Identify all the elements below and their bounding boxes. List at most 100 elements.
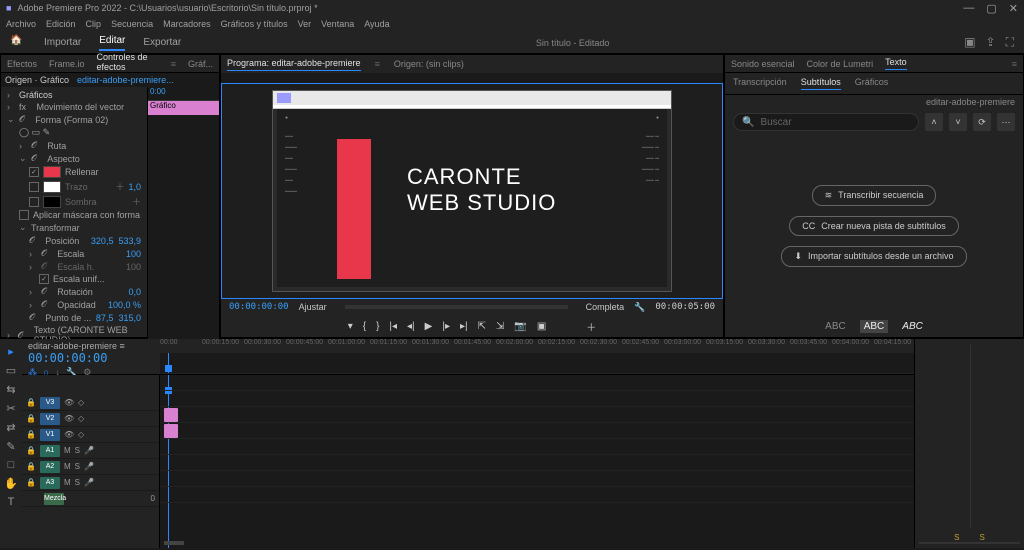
more-icon[interactable]: ⋯: [997, 113, 1015, 131]
maximize-icon[interactable]: ▢: [986, 2, 996, 15]
tool-hand[interactable]: ✋: [4, 477, 18, 490]
lane-a2[interactable]: [160, 455, 914, 471]
refresh-icon[interactable]: ⟳: [973, 113, 991, 131]
timeline-ruler[interactable]: 00:00 00:00:15:00 00:00:30:00 00:00:45:0…: [160, 339, 914, 353]
timeline-tc[interactable]: 00:00:00:00: [28, 351, 154, 365]
lane-v2[interactable]: [160, 407, 914, 423]
tab-controles-efectos[interactable]: Controles de efectos: [97, 52, 159, 75]
zoom-scrollbar[interactable]: [164, 541, 184, 545]
menu-secuencia[interactable]: Secuencia: [111, 19, 153, 29]
export-frame-icon[interactable]: 📷: [514, 321, 526, 332]
fx-graficos[interactable]: ›Gráficos: [5, 89, 143, 101]
goto-in-icon[interactable]: |◂: [389, 321, 397, 332]
caption-style-3[interactable]: ABC: [898, 320, 927, 333]
tool-ripple[interactable]: ⇆: [6, 383, 15, 396]
wrench-icon[interactable]: 🔧: [634, 302, 645, 313]
fx-ruta[interactable]: ›𝒪 Ruta: [5, 139, 143, 152]
fx-forma[interactable]: ⌄𝒪 Forma (Forma 02): [5, 113, 143, 126]
track-a1[interactable]: 🔒A1MS🎤: [22, 443, 159, 459]
in-icon[interactable]: {: [363, 321, 366, 332]
add-button-icon[interactable]: ＋: [586, 319, 596, 334]
goto-out-icon[interactable]: ▸|: [460, 321, 468, 332]
fx-stroke[interactable]: Trazo＋1,0: [5, 179, 143, 194]
fx-rotation[interactable]: ›𝒪 Rotación0,0: [5, 285, 143, 298]
lift-icon[interactable]: ⇱: [478, 321, 486, 332]
tab-program[interactable]: Programa: editar-adobe-premiere: [227, 58, 361, 71]
tab-lumetri[interactable]: Color de Lumetri: [807, 59, 874, 69]
tab-program-menu-icon[interactable]: ≡: [375, 59, 380, 69]
source-clip[interactable]: editar-adobe-premiere...: [77, 75, 174, 85]
marker-icon[interactable]: ▾: [348, 321, 353, 332]
share-icon[interactable]: ⇪: [986, 35, 996, 50]
fullscreen-icon[interactable]: ⛶: [1006, 35, 1014, 50]
search-input[interactable]: 🔍 Buscar: [733, 113, 919, 131]
fx-scale[interactable]: ›𝒪 Escala100: [5, 247, 143, 260]
fx-mini-clip[interactable]: Gráfico: [148, 101, 219, 115]
btn-crear-pista[interactable]: CCCrear nueva pista de subtítulos: [789, 216, 959, 236]
workspace-editar[interactable]: Editar: [99, 35, 125, 51]
menu-graficos[interactable]: Gráficos y títulos: [221, 19, 288, 29]
fx-fill[interactable]: ✓Rellenar: [5, 165, 143, 179]
menu-ayuda[interactable]: Ayuda: [364, 19, 389, 29]
caption-style-1[interactable]: ABC: [821, 320, 850, 333]
tab-sonido[interactable]: Sonido esencial: [731, 59, 795, 69]
fx-scale-h[interactable]: ›𝒪 Escala h.100: [5, 260, 143, 273]
fx-shadow[interactable]: Sombra＋: [5, 194, 143, 209]
up-icon[interactable]: ˄: [925, 113, 943, 131]
compare-icon[interactable]: ▣: [537, 321, 546, 332]
caption-style-2[interactable]: ABC: [860, 320, 889, 333]
tab-frameio[interactable]: Frame.io: [49, 59, 85, 69]
menu-archivo[interactable]: Archivo: [6, 19, 36, 29]
step-fwd-icon[interactable]: |▸: [442, 321, 450, 332]
fx-uniform-scale[interactable]: ✓Escala unif...: [5, 273, 143, 285]
step-back-icon[interactable]: ◂|: [407, 321, 415, 332]
fx-mask-shape[interactable]: Aplicar máscara con forma: [5, 209, 143, 221]
subtab-transcripcion[interactable]: Transcripción: [733, 77, 787, 90]
quick-export-icon[interactable]: ▣: [964, 35, 975, 50]
workspace-exportar[interactable]: Exportar: [143, 37, 181, 48]
out-icon[interactable]: }: [376, 321, 379, 332]
clip-graphic-2[interactable]: [164, 424, 178, 438]
lane-a1[interactable]: [160, 439, 914, 455]
tool-slip[interactable]: ⇄: [6, 421, 15, 434]
program-monitor[interactable]: ●● ▬▬▬▬▬▬▬▬▬▬▬▬▬▬▬ ▬▬ ▬▬▬▬ ▬▬▬ ▬▬▬▬ ▬▬▬ …: [273, 91, 671, 291]
sequence-name[interactable]: editar-adobe-premiere: [28, 341, 117, 351]
tool-pen[interactable]: ✎: [6, 440, 15, 453]
fx-position[interactable]: 𝒪 Posición320,5 533,9: [5, 234, 143, 247]
fx-anchor[interactable]: 𝒪 Punto de ...87,5 315,0: [5, 311, 143, 324]
btn-importar-sub[interactable]: ⬇Importar subtítulos desde un archivo: [781, 246, 966, 267]
fx-mask-tools[interactable]: ◯ ▭ ✎: [5, 126, 143, 139]
playhead[interactable]: [168, 353, 169, 373]
track-a3[interactable]: 🔒A3MS🎤: [22, 475, 159, 491]
track-v3[interactable]: 🔒V3👁◇: [22, 395, 159, 411]
panel-menu-icon[interactable]: ≡: [1012, 59, 1017, 69]
track-v2[interactable]: 🔒V2👁◇: [22, 411, 159, 427]
shape-red-bar[interactable]: [337, 139, 371, 279]
tab-source[interactable]: Origen: (sin clips): [394, 59, 464, 69]
lane-a3[interactable]: [160, 471, 914, 487]
fx-aspecto[interactable]: ⌄𝒪 Aspecto: [5, 152, 143, 165]
workspace-importar[interactable]: Importar: [44, 37, 81, 48]
program-scrubber[interactable]: [345, 305, 568, 309]
program-ruler-top[interactable]: [221, 73, 723, 83]
close-icon[interactable]: ✕: [1009, 2, 1018, 15]
tab-graficos[interactable]: Gráf...: [188, 59, 213, 69]
program-fit[interactable]: Ajustar: [299, 302, 327, 312]
tool-track-select[interactable]: ▭: [6, 364, 16, 377]
menu-ver[interactable]: Ver: [298, 19, 312, 29]
subtab-subtitulos[interactable]: Subtítulos: [801, 77, 841, 90]
minimize-icon[interactable]: —: [963, 2, 974, 15]
clip-graphic[interactable]: [164, 408, 178, 422]
btn-transcribir[interactable]: ≋Transcribir secuencia: [812, 185, 937, 206]
lane-mix[interactable]: [160, 487, 914, 503]
menu-ventana[interactable]: Ventana: [321, 19, 354, 29]
menu-edicion[interactable]: Edición: [46, 19, 76, 29]
down-icon[interactable]: ˅: [949, 113, 967, 131]
fx-vector-motion[interactable]: ›fx Movimiento del vector: [5, 101, 143, 113]
tool-razor[interactable]: ✂: [6, 402, 15, 415]
tab-menu-icon[interactable]: ≡: [171, 59, 176, 69]
fx-opacity[interactable]: ›𝒪 Opacidad100,0 %: [5, 298, 143, 311]
tool-rectangle[interactable]: □: [8, 459, 15, 471]
play-icon[interactable]: ▶: [425, 321, 433, 332]
track-mix[interactable]: Mezcla0: [22, 491, 159, 507]
